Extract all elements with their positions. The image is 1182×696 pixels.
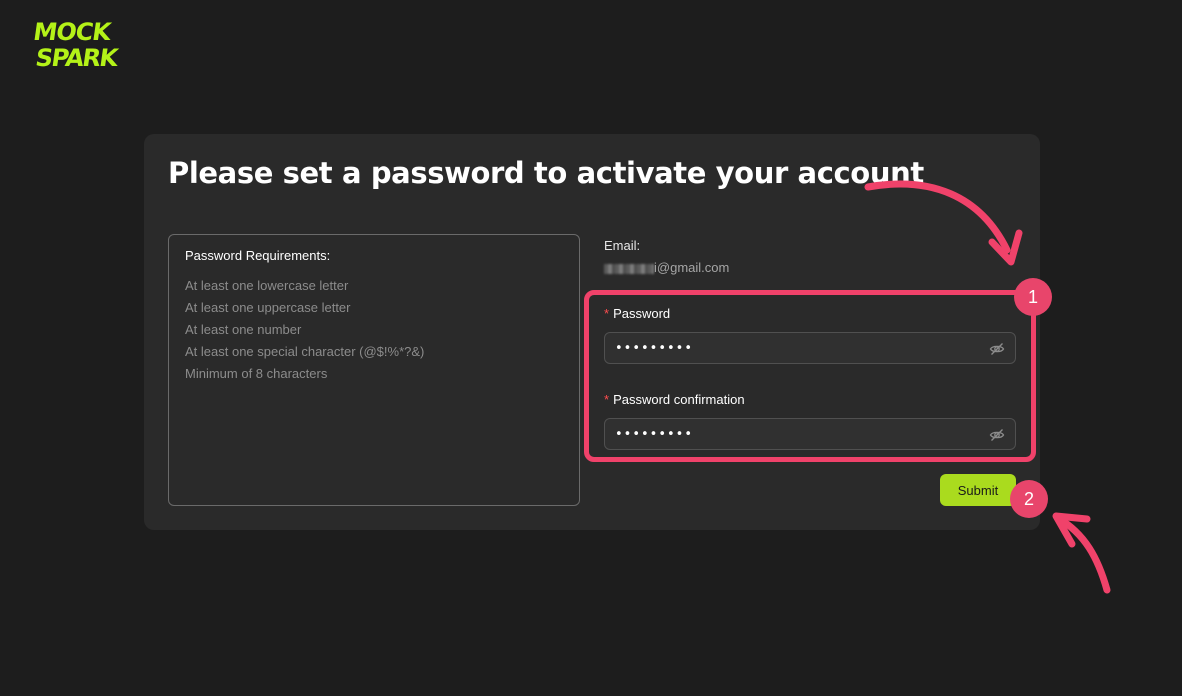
mock-spark-logo: MOCK SPARK xyxy=(30,14,140,72)
email-label: Email: xyxy=(604,238,641,253)
email-redaction xyxy=(604,263,654,274)
annotation-highlight-box xyxy=(584,290,1036,462)
requirement-special-character: At least one special character (@$!%*?&) xyxy=(185,344,425,359)
requirement-lowercase: At least one lowercase letter xyxy=(185,278,349,293)
email-domain-text: i@gmail.com xyxy=(654,260,730,275)
email-value: i@gmail.com xyxy=(604,260,729,275)
requirements-title: Password Requirements: xyxy=(185,248,331,263)
requirement-uppercase: At least one uppercase letter xyxy=(185,300,351,315)
logo-line-2: SPARK xyxy=(34,44,122,72)
logo-line-1: MOCK xyxy=(32,18,115,46)
requirements-list: At least one lowercase letter At least o… xyxy=(185,275,563,385)
page-title: Please set a password to activate your a… xyxy=(168,156,924,190)
requirement-number: At least one number xyxy=(185,322,302,337)
annotation-badge-2: 2 xyxy=(1010,480,1048,518)
password-requirements-panel: Password Requirements: At least one lowe… xyxy=(168,234,580,506)
arrow-2-head xyxy=(1052,512,1091,548)
submit-button[interactable]: Submit xyxy=(940,474,1016,506)
requirement-minimum-length: Minimum of 8 characters xyxy=(185,366,328,381)
arrow-2-curve xyxy=(1054,514,1111,594)
annotation-badge-1: 1 xyxy=(1014,278,1052,316)
